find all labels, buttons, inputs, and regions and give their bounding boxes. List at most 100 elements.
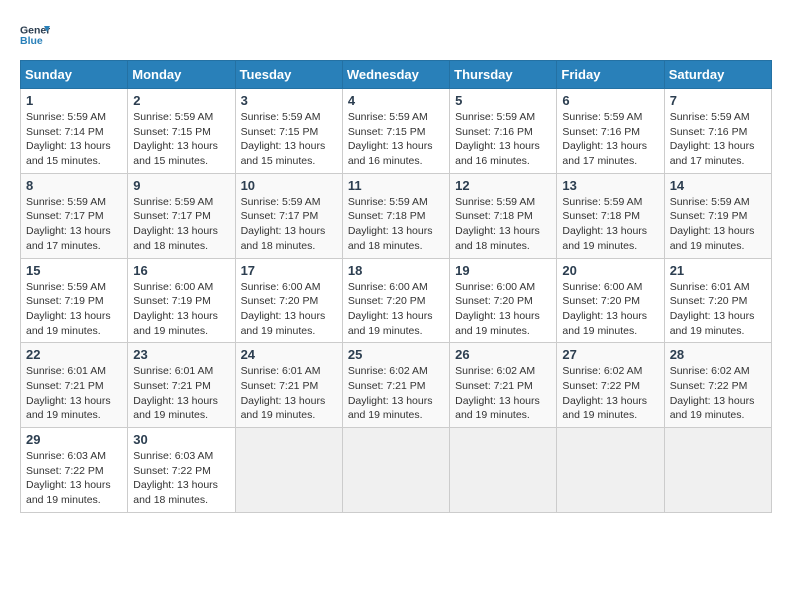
col-header-thursday: Thursday bbox=[450, 61, 557, 89]
day-info: Sunrise: 6:02 AMSunset: 7:21 PMDaylight:… bbox=[348, 364, 444, 423]
day-cell: 6 Sunrise: 5:59 AMSunset: 7:16 PMDaylight… bbox=[557, 89, 664, 174]
day-info: Sunrise: 6:00 AMSunset: 7:20 PMDaylight:… bbox=[562, 280, 658, 339]
day-cell: 5 Sunrise: 5:59 AMSunset: 7:16 PMDaylight… bbox=[450, 89, 557, 174]
day-number: 29 bbox=[26, 432, 122, 447]
day-number: 7 bbox=[670, 93, 766, 108]
day-cell bbox=[342, 428, 449, 513]
week-row-3: 15 Sunrise: 5:59 AMSunset: 7:19 PMDayligh… bbox=[21, 258, 772, 343]
day-info: Sunrise: 5:59 AMSunset: 7:19 PMDaylight:… bbox=[670, 195, 766, 254]
day-cell: 14 Sunrise: 5:59 AMSunset: 7:19 PMDayligh… bbox=[664, 173, 771, 258]
day-number: 1 bbox=[26, 93, 122, 108]
day-info: Sunrise: 6:03 AMSunset: 7:22 PMDaylight:… bbox=[133, 449, 229, 508]
svg-text:Blue: Blue bbox=[20, 35, 43, 47]
day-info: Sunrise: 6:00 AMSunset: 7:20 PMDaylight:… bbox=[241, 280, 337, 339]
day-number: 28 bbox=[670, 347, 766, 362]
day-number: 10 bbox=[241, 178, 337, 193]
col-header-friday: Friday bbox=[557, 61, 664, 89]
day-number: 14 bbox=[670, 178, 766, 193]
day-info: Sunrise: 5:59 AMSunset: 7:19 PMDaylight:… bbox=[26, 280, 122, 339]
col-header-saturday: Saturday bbox=[664, 61, 771, 89]
day-number: 15 bbox=[26, 263, 122, 278]
day-info: Sunrise: 6:00 AMSunset: 7:20 PMDaylight:… bbox=[348, 280, 444, 339]
day-info: Sunrise: 5:59 AMSunset: 7:16 PMDaylight:… bbox=[670, 110, 766, 169]
day-number: 20 bbox=[562, 263, 658, 278]
day-number: 12 bbox=[455, 178, 551, 193]
day-cell: 13 Sunrise: 5:59 AMSunset: 7:18 PMDayligh… bbox=[557, 173, 664, 258]
day-info: Sunrise: 6:02 AMSunset: 7:21 PMDaylight:… bbox=[455, 364, 551, 423]
day-cell: 23 Sunrise: 6:01 AMSunset: 7:21 PMDayligh… bbox=[128, 343, 235, 428]
day-cell: 24 Sunrise: 6:01 AMSunset: 7:21 PMDayligh… bbox=[235, 343, 342, 428]
day-info: Sunrise: 5:59 AMSunset: 7:17 PMDaylight:… bbox=[241, 195, 337, 254]
day-cell: 27 Sunrise: 6:02 AMSunset: 7:22 PMDayligh… bbox=[557, 343, 664, 428]
day-info: Sunrise: 5:59 AMSunset: 7:17 PMDaylight:… bbox=[26, 195, 122, 254]
day-info: Sunrise: 6:01 AMSunset: 7:21 PMDaylight:… bbox=[133, 364, 229, 423]
day-info: Sunrise: 5:59 AMSunset: 7:16 PMDaylight:… bbox=[562, 110, 658, 169]
day-info: Sunrise: 6:02 AMSunset: 7:22 PMDaylight:… bbox=[562, 364, 658, 423]
day-cell bbox=[557, 428, 664, 513]
logo-icon: General Blue bbox=[20, 20, 50, 50]
calendar-table: SundayMondayTuesdayWednesdayThursdayFrid… bbox=[20, 60, 772, 513]
day-number: 16 bbox=[133, 263, 229, 278]
day-info: Sunrise: 5:59 AMSunset: 7:15 PMDaylight:… bbox=[241, 110, 337, 169]
day-cell: 16 Sunrise: 6:00 AMSunset: 7:19 PMDayligh… bbox=[128, 258, 235, 343]
day-number: 4 bbox=[348, 93, 444, 108]
day-cell: 8 Sunrise: 5:59 AMSunset: 7:17 PMDaylight… bbox=[21, 173, 128, 258]
day-cell bbox=[450, 428, 557, 513]
day-cell: 12 Sunrise: 5:59 AMSunset: 7:18 PMDayligh… bbox=[450, 173, 557, 258]
week-row-4: 22 Sunrise: 6:01 AMSunset: 7:21 PMDayligh… bbox=[21, 343, 772, 428]
day-cell: 4Sunrise: 5:59 AMSunset: 7:15 PMDaylight… bbox=[342, 89, 449, 174]
day-cell bbox=[235, 428, 342, 513]
week-row-2: 8 Sunrise: 5:59 AMSunset: 7:17 PMDaylight… bbox=[21, 173, 772, 258]
day-cell: 22 Sunrise: 6:01 AMSunset: 7:21 PMDayligh… bbox=[21, 343, 128, 428]
day-info: Sunrise: 5:59 AMSunset: 7:16 PMDaylight:… bbox=[455, 110, 551, 169]
day-number: 25 bbox=[348, 347, 444, 362]
day-info: Sunrise: 6:00 AMSunset: 7:19 PMDaylight:… bbox=[133, 280, 229, 339]
day-info: Sunrise: 5:59 AMSunset: 7:18 PMDaylight:… bbox=[348, 195, 444, 254]
day-cell: 2 Sunrise: 5:59 AMSunset: 7:15 PMDaylight… bbox=[128, 89, 235, 174]
day-number: 22 bbox=[26, 347, 122, 362]
day-cell: 30Sunrise: 6:03 AMSunset: 7:22 PMDayligh… bbox=[128, 428, 235, 513]
day-number: 5 bbox=[455, 93, 551, 108]
day-number: 2 bbox=[133, 93, 229, 108]
day-number: 24 bbox=[241, 347, 337, 362]
day-cell: 19Sunrise: 6:00 AMSunset: 7:20 PMDayligh… bbox=[450, 258, 557, 343]
col-header-wednesday: Wednesday bbox=[342, 61, 449, 89]
day-info: Sunrise: 6:01 AMSunset: 7:21 PMDaylight:… bbox=[26, 364, 122, 423]
day-cell: 10 Sunrise: 5:59 AMSunset: 7:17 PMDayligh… bbox=[235, 173, 342, 258]
day-info: Sunrise: 5:59 AMSunset: 7:15 PMDaylight:… bbox=[133, 110, 229, 169]
day-number: 27 bbox=[562, 347, 658, 362]
day-number: 9 bbox=[133, 178, 229, 193]
day-number: 18 bbox=[348, 263, 444, 278]
day-number: 6 bbox=[562, 93, 658, 108]
day-number: 17 bbox=[241, 263, 337, 278]
day-number: 19 bbox=[455, 263, 551, 278]
week-row-1: 1Sunrise: 5:59 AMSunset: 7:14 PMDaylight… bbox=[21, 89, 772, 174]
day-cell: 29Sunrise: 6:03 AMSunset: 7:22 PMDayligh… bbox=[21, 428, 128, 513]
day-number: 8 bbox=[26, 178, 122, 193]
day-info: Sunrise: 6:01 AMSunset: 7:20 PMDaylight:… bbox=[670, 280, 766, 339]
day-number: 11 bbox=[348, 178, 444, 193]
col-header-tuesday: Tuesday bbox=[235, 61, 342, 89]
day-number: 26 bbox=[455, 347, 551, 362]
day-info: Sunrise: 6:02 AMSunset: 7:22 PMDaylight:… bbox=[670, 364, 766, 423]
day-cell: 7 Sunrise: 5:59 AMSunset: 7:16 PMDaylight… bbox=[664, 89, 771, 174]
day-cell: 1Sunrise: 5:59 AMSunset: 7:14 PMDaylight… bbox=[21, 89, 128, 174]
day-cell: 25 Sunrise: 6:02 AMSunset: 7:21 PMDayligh… bbox=[342, 343, 449, 428]
day-number: 21 bbox=[670, 263, 766, 278]
day-cell: 18 Sunrise: 6:00 AMSunset: 7:20 PMDayligh… bbox=[342, 258, 449, 343]
day-info: Sunrise: 5:59 AMSunset: 7:18 PMDaylight:… bbox=[455, 195, 551, 254]
day-info: Sunrise: 6:01 AMSunset: 7:21 PMDaylight:… bbox=[241, 364, 337, 423]
day-cell: 21 Sunrise: 6:01 AMSunset: 7:20 PMDayligh… bbox=[664, 258, 771, 343]
col-header-sunday: Sunday bbox=[21, 61, 128, 89]
day-cell: 26 Sunrise: 6:02 AMSunset: 7:21 PMDayligh… bbox=[450, 343, 557, 428]
day-info: Sunrise: 5:59 AMSunset: 7:17 PMDaylight:… bbox=[133, 195, 229, 254]
day-cell: 15 Sunrise: 5:59 AMSunset: 7:19 PMDayligh… bbox=[21, 258, 128, 343]
day-cell: 20 Sunrise: 6:00 AMSunset: 7:20 PMDayligh… bbox=[557, 258, 664, 343]
day-info: Sunrise: 5:59 AMSunset: 7:18 PMDaylight:… bbox=[562, 195, 658, 254]
logo: General Blue bbox=[20, 20, 54, 50]
day-cell bbox=[664, 428, 771, 513]
day-number: 13 bbox=[562, 178, 658, 193]
day-cell: 28 Sunrise: 6:02 AMSunset: 7:22 PMDayligh… bbox=[664, 343, 771, 428]
day-number: 3 bbox=[241, 93, 337, 108]
day-number: 23 bbox=[133, 347, 229, 362]
